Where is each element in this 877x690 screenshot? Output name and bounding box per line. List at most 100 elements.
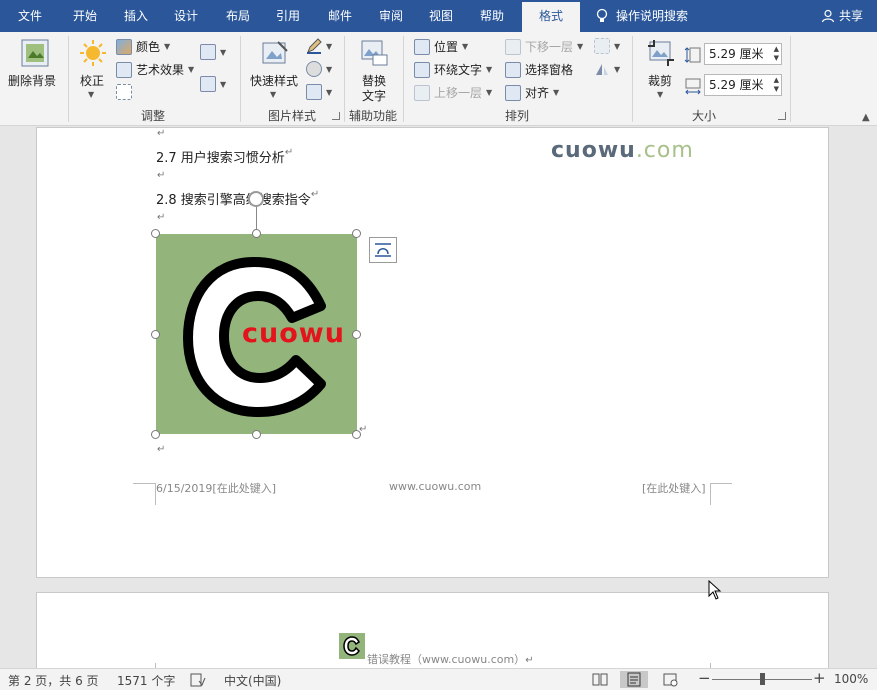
align-button[interactable]: 对齐 ▼	[505, 84, 559, 101]
resize-handle-top[interactable]	[252, 229, 261, 238]
selected-picture[interactable]: cuowu	[156, 234, 357, 434]
remove-background-label: 删除背景	[8, 74, 57, 88]
picture-layout-button[interactable]: ▼	[306, 84, 332, 100]
bring-forward-button[interactable]: 上移一层 ▼	[414, 84, 492, 101]
heading-2-7-text: 2.7 用户搜索习惯分析	[156, 151, 285, 166]
heading-2-8[interactable]: 2.8 搜索引擎高级搜索指令 ↵	[156, 189, 319, 208]
tab-design[interactable]: 设计	[166, 0, 206, 32]
read-mode-button[interactable]	[586, 671, 614, 688]
artistic-effects-dropdown-icon: ▼	[188, 65, 195, 74]
bring-forward-icon	[414, 84, 430, 101]
color-icon	[116, 38, 132, 55]
rotate-handle-icon[interactable]	[248, 191, 264, 207]
position-button[interactable]: 位置 ▼	[414, 38, 468, 55]
tab-insert[interactable]: 插入	[116, 0, 156, 32]
quick-styles-label: 快速样式	[250, 74, 299, 88]
zoom-level[interactable]: 100%	[834, 672, 868, 686]
color-button[interactable]: 颜色 ▼	[116, 38, 170, 55]
footer-url[interactable]: www.cuowu.com	[389, 480, 481, 493]
watermark-suffix-text: .com	[635, 138, 694, 163]
document-page-next[interactable]: 错误教程（www.cuowu.com）↵	[36, 592, 829, 673]
paragraph-mark: ↵	[525, 655, 534, 666]
tab-file[interactable]: 文件	[10, 0, 50, 32]
spinner-arrows-icon[interactable]: ▲ ▼	[774, 45, 779, 63]
wrap-text-button[interactable]: 环绕文字 ▼	[414, 61, 492, 78]
mouse-cursor-icon	[708, 580, 722, 600]
width-spinner[interactable]: 5.29 厘米 ▲ ▼	[704, 74, 782, 96]
tab-view[interactable]: 视图	[421, 0, 461, 32]
zoom-slider-thumb[interactable]	[760, 673, 765, 685]
rotate-button[interactable]: ▼	[594, 61, 620, 77]
resize-handle-right[interactable]	[352, 330, 361, 339]
group-objects-button[interactable]: ▼	[594, 38, 620, 54]
status-bar: 第 2 页，共 6 页 1571 个字 中文(中国) − + 100%	[0, 668, 877, 690]
page2-header[interactable]: 错误教程（www.cuowu.com）↵	[367, 651, 534, 667]
size-launcher-icon[interactable]	[778, 112, 786, 120]
align-dropdown-icon: ▼	[553, 88, 560, 97]
remove-background-icon	[21, 39, 49, 67]
word-count[interactable]: 1571 个字	[117, 672, 175, 689]
layout-options-button[interactable]	[369, 237, 397, 263]
tab-format[interactable]: 格式	[522, 2, 580, 32]
spinner-arrows-icon[interactable]: ▲ ▼	[774, 76, 779, 94]
transparency-button[interactable]	[116, 84, 132, 100]
share-button[interactable]: 共享	[821, 0, 863, 32]
alt-text-label-line2: 文字	[362, 89, 387, 103]
tab-mailings[interactable]: 邮件	[320, 0, 360, 32]
zoom-in-button[interactable]: +	[813, 669, 826, 687]
paragraph-mark: ↵	[284, 147, 294, 158]
tab-home[interactable]: 开始	[64, 0, 106, 32]
tab-help[interactable]: 帮助	[472, 0, 512, 32]
reset-picture-button[interactable]: ▼	[200, 76, 226, 92]
header-logo-icon	[339, 633, 365, 659]
wrap-text-dropdown-icon: ▼	[486, 65, 493, 74]
corrections-dropdown-icon: ▼	[88, 90, 95, 99]
tab-references[interactable]: 引用	[268, 0, 308, 32]
compress-pictures-button[interactable]: ▼	[200, 44, 226, 60]
paragraph-mark: ↵	[157, 128, 166, 139]
web-layout-button[interactable]	[656, 671, 684, 688]
resize-handle-left[interactable]	[151, 330, 160, 339]
document-area[interactable]: ↵ 2.7 用户搜索习惯分析 ↵ ↵ 2.8 搜索引擎高级搜索指令 ↵ ↵ cuow…	[0, 127, 877, 673]
picture-logo-text: cuowu	[242, 318, 345, 349]
read-mode-icon	[592, 673, 608, 686]
heading-2-7[interactable]: 2.7 用户搜索习惯分析 ↵	[156, 147, 293, 166]
resize-handle-bottom-left[interactable]	[151, 430, 160, 439]
paragraph-mark: ↵	[310, 189, 320, 200]
picture-effects-button[interactable]: ▼	[306, 61, 332, 77]
footer-date[interactable]: 6/15/2019[在此处键入]	[156, 480, 276, 496]
print-layout-button[interactable]	[620, 671, 648, 688]
footer-right[interactable]: [在此处键入]	[642, 480, 706, 496]
picture-layout-icon	[306, 84, 322, 100]
ribbon-separator	[790, 36, 791, 122]
resize-handle-top-left[interactable]	[151, 229, 160, 238]
page2-header-text: 错误教程（www.cuowu.com）	[367, 653, 526, 666]
position-label: 位置	[434, 40, 459, 54]
send-backward-icon	[505, 38, 521, 55]
tell-me-search[interactable]: 操作说明搜索	[596, 0, 716, 32]
tab-layout[interactable]: 布局	[218, 0, 258, 32]
tab-review[interactable]: 审阅	[371, 0, 411, 32]
selection-pane-button[interactable]: 选择窗格	[505, 61, 573, 78]
proofing-icon[interactable]	[190, 673, 206, 687]
resize-handle-top-right[interactable]	[352, 229, 361, 238]
ribbon-separator	[240, 36, 241, 122]
language-indicator[interactable]: 中文(中国)	[224, 672, 281, 689]
send-backward-button[interactable]: 下移一层 ▼	[505, 38, 583, 55]
document-page[interactable]: ↵ 2.7 用户搜索习惯分析 ↵ ↵ 2.8 搜索引擎高级搜索指令 ↵ ↵ cuow…	[36, 127, 829, 578]
collapse-ribbon-icon[interactable]: ▲	[862, 112, 870, 123]
print-layout-icon	[627, 672, 641, 687]
zoom-out-button[interactable]: −	[698, 669, 711, 687]
page-count[interactable]: 第 2 页，共 6 页	[8, 672, 99, 689]
picture-effects-icon	[306, 61, 322, 77]
height-spinner[interactable]: 5.29 厘米 ▲ ▼	[704, 43, 782, 65]
selection-pane-icon	[505, 61, 521, 78]
position-dropdown-icon: ▼	[462, 42, 469, 51]
resize-handle-bottom[interactable]	[252, 430, 261, 439]
picture-styles-launcher-icon[interactable]	[332, 112, 340, 120]
color-dropdown-icon: ▼	[164, 42, 171, 51]
artistic-effects-button[interactable]: 艺术效果 ▼	[116, 61, 194, 78]
rotate-icon	[596, 64, 608, 75]
picture-border-button[interactable]: ▼	[306, 38, 332, 54]
compress-dropdown-icon: ▼	[220, 47, 227, 57]
